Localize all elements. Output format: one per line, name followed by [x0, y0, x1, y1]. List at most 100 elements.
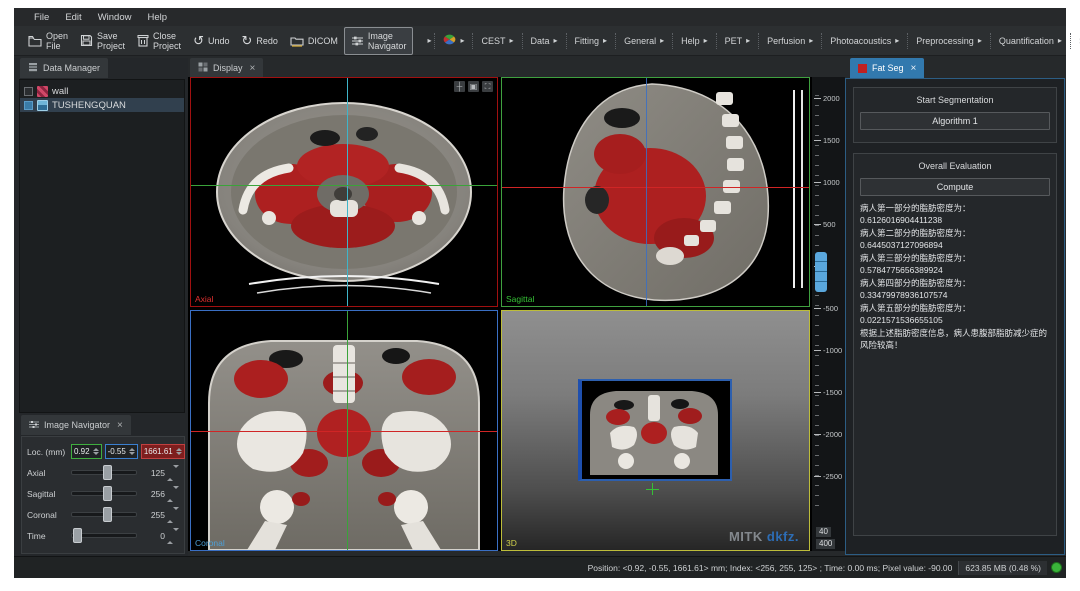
toolbar-menu-preprocessing[interactable]: Preprocessing▸ [911, 33, 987, 49]
data-arrow-icon: ▸ [554, 37, 558, 45]
toolbar-menu-data[interactable]: Data▸ [526, 33, 563, 49]
layout-menu-icon[interactable]: ▣ [468, 81, 479, 92]
toolbar-menu-cest[interactable]: CEST▸ [476, 33, 518, 49]
image-navigator-tab-icon [29, 420, 39, 431]
undo-label: Undo [208, 36, 230, 46]
algorithm1-button[interactable]: Algorithm 1 [860, 112, 1050, 130]
toolbar-menu-perfusion[interactable]: Perfusion▸ [762, 33, 818, 49]
image-navigator-close-icon[interactable]: × [117, 420, 123, 431]
time-slider-label: Time [27, 531, 71, 541]
tab-fat-seg[interactable]: Fat Seg × [850, 58, 924, 78]
tree-row-wall[interactable]: wall [20, 84, 184, 98]
axial-slider[interactable] [71, 470, 137, 475]
time-slider-value: 0 [143, 531, 165, 541]
result-line-5: 病人第五部分的脂肪密度为：0.0221571536655105 [860, 302, 1050, 326]
tab-image-navigator[interactable]: Image Navigator × [21, 415, 131, 435]
wall-visibility-checkbox[interactable] [24, 87, 33, 96]
compute-button[interactable]: Compute [860, 178, 1050, 196]
coronal-slider-handle[interactable] [103, 507, 112, 522]
mitk-application-window: File Edit Window Help Open File Save Pro… [14, 8, 1066, 578]
axial-viewport[interactable]: ┼ ▣ ⛶ Axial [190, 77, 498, 307]
coronal-crosshair-vertical[interactable] [347, 311, 348, 550]
lw-tick-500: 500 [814, 220, 836, 229]
menu-edit[interactable]: Edit [65, 12, 81, 23]
menu-help[interactable]: Help [147, 12, 167, 23]
toolbar-menu-quantification[interactable]: Quantification▸ [994, 33, 1067, 49]
image-navigator-button[interactable]: Image Navigator [344, 27, 414, 55]
quantification-arrow-icon: ▸ [1058, 37, 1062, 45]
threed-viewport[interactable]: MITK dkfz. 3D [501, 310, 810, 551]
menu-file[interactable]: File [34, 12, 49, 23]
dicom-label: DICOM [308, 36, 338, 46]
tab-display[interactable]: Display × [190, 58, 263, 78]
loc-y-spinbox[interactable]: -0.55 [105, 444, 138, 459]
tree-row-tushengquan[interactable]: TUSHENGQUAN [20, 98, 184, 112]
toolbar-menu-fitting[interactable]: Fitting▸ [570, 33, 613, 49]
tushengquan-visibility-checkbox[interactable] [24, 101, 33, 110]
display-tab-label: Display [213, 63, 243, 73]
coronal-spin-arrows[interactable] [167, 510, 179, 520]
toolbar-menu-help[interactable]: Help▸ [676, 33, 713, 49]
sagittal-slider-label: Sagittal [27, 489, 71, 499]
fullscreen-icon[interactable]: ⛶ [482, 81, 493, 92]
axial-spin-arrows[interactable] [167, 468, 179, 478]
crosshair-toggle-icon[interactable]: ┼ [454, 81, 465, 92]
toolbar-extension-arrow[interactable]: ▸ [427, 37, 431, 45]
close-project-label: Close Project [153, 31, 181, 51]
coronal-slider-label: Coronal [27, 510, 71, 520]
axial-slider-handle[interactable] [103, 465, 112, 480]
toolbar-menu-photoacoustics[interactable]: Photoacoustics▸ [825, 33, 904, 49]
color-views-menu[interactable]: ▸ [438, 31, 469, 50]
fat-seg-close-icon[interactable]: × [911, 63, 917, 74]
coronal-viewport[interactable]: Coronal [190, 310, 498, 551]
sagittal-viewport[interactable]: Sagittal [501, 77, 810, 307]
toolbar-menu-pet[interactable]: PET▸ [720, 33, 756, 49]
axial-crosshair-vertical[interactable] [347, 78, 348, 306]
sagittal-slider[interactable] [71, 491, 137, 496]
undo-button[interactable]: ↺ Undo [187, 33, 235, 49]
fitting-arrow-icon: ▸ [603, 37, 607, 45]
menu-window[interactable]: Window [98, 12, 132, 23]
window-value[interactable]: 400 [816, 539, 835, 549]
open-file-button[interactable]: Open File [22, 28, 74, 54]
save-project-button[interactable]: Save Project [74, 28, 131, 54]
evaluation-results: 病人第一部分的脂肪密度为：0.6126016904411238 病人第二部分的脂… [860, 202, 1050, 351]
coronal-slider[interactable] [71, 512, 137, 517]
loc-z-spinbox[interactable]: 1661.61 [141, 444, 185, 459]
coronal-crosshair-horizontal[interactable] [191, 431, 497, 432]
preprocessing-arrow-icon: ▸ [978, 37, 982, 45]
lw-tick-m2500: -2500 [814, 472, 842, 481]
time-slider-handle[interactable] [73, 528, 82, 543]
loc-x-spinbox[interactable]: 0.92 [71, 444, 102, 459]
time-spin-arrows[interactable] [167, 531, 179, 541]
time-slider[interactable] [71, 533, 137, 538]
axial-crosshair-horizontal[interactable] [191, 185, 497, 186]
perfusion-arrow-icon: ▸ [809, 37, 813, 45]
redo-label: Redo [256, 36, 278, 46]
lw-tick-m1500: -1500 [814, 388, 842, 397]
level-window-handle[interactable] [815, 252, 827, 292]
dicom-button[interactable]: DICOM [284, 32, 344, 50]
threed-slice-plane[interactable] [578, 379, 732, 481]
sagittal-crosshair-horizontal[interactable] [502, 187, 809, 188]
toolbar-menu-general[interactable]: General▸ [619, 33, 669, 49]
coronal-slider-row: Coronal 255 [27, 504, 179, 525]
display-close-icon[interactable]: × [250, 63, 256, 74]
image-navigator-tab-label: Image Navigator [44, 420, 110, 430]
sagittal-slider-handle[interactable] [103, 486, 112, 501]
memory-usage-status: 623.85 MB (0.48 %) [958, 561, 1047, 575]
sagittal-crosshair-vertical[interactable] [646, 78, 647, 306]
open-folder-icon [28, 35, 42, 47]
axial-corner-controls: ┼ ▣ ⛶ [454, 81, 493, 92]
sagittal-spin-arrows[interactable] [167, 489, 179, 499]
lw-tick-m1000: -1000 [814, 346, 842, 355]
tab-data-manager[interactable]: Data Manager [20, 58, 108, 78]
level-value[interactable]: 40 [816, 527, 831, 537]
result-line-3: 病人第三部分的脂肪密度为：0.5784775656389924 [860, 252, 1050, 276]
redo-button[interactable]: ↻ Redo [235, 33, 283, 49]
axial-ct-image [191, 78, 497, 306]
save-project-label: Save Project [97, 31, 125, 51]
toolbar-menu-segmentation[interactable]: Segmentation▸ [1074, 33, 1080, 49]
lw-tick-m500: -500 [814, 304, 838, 313]
close-project-button[interactable]: Close Project [131, 28, 187, 54]
